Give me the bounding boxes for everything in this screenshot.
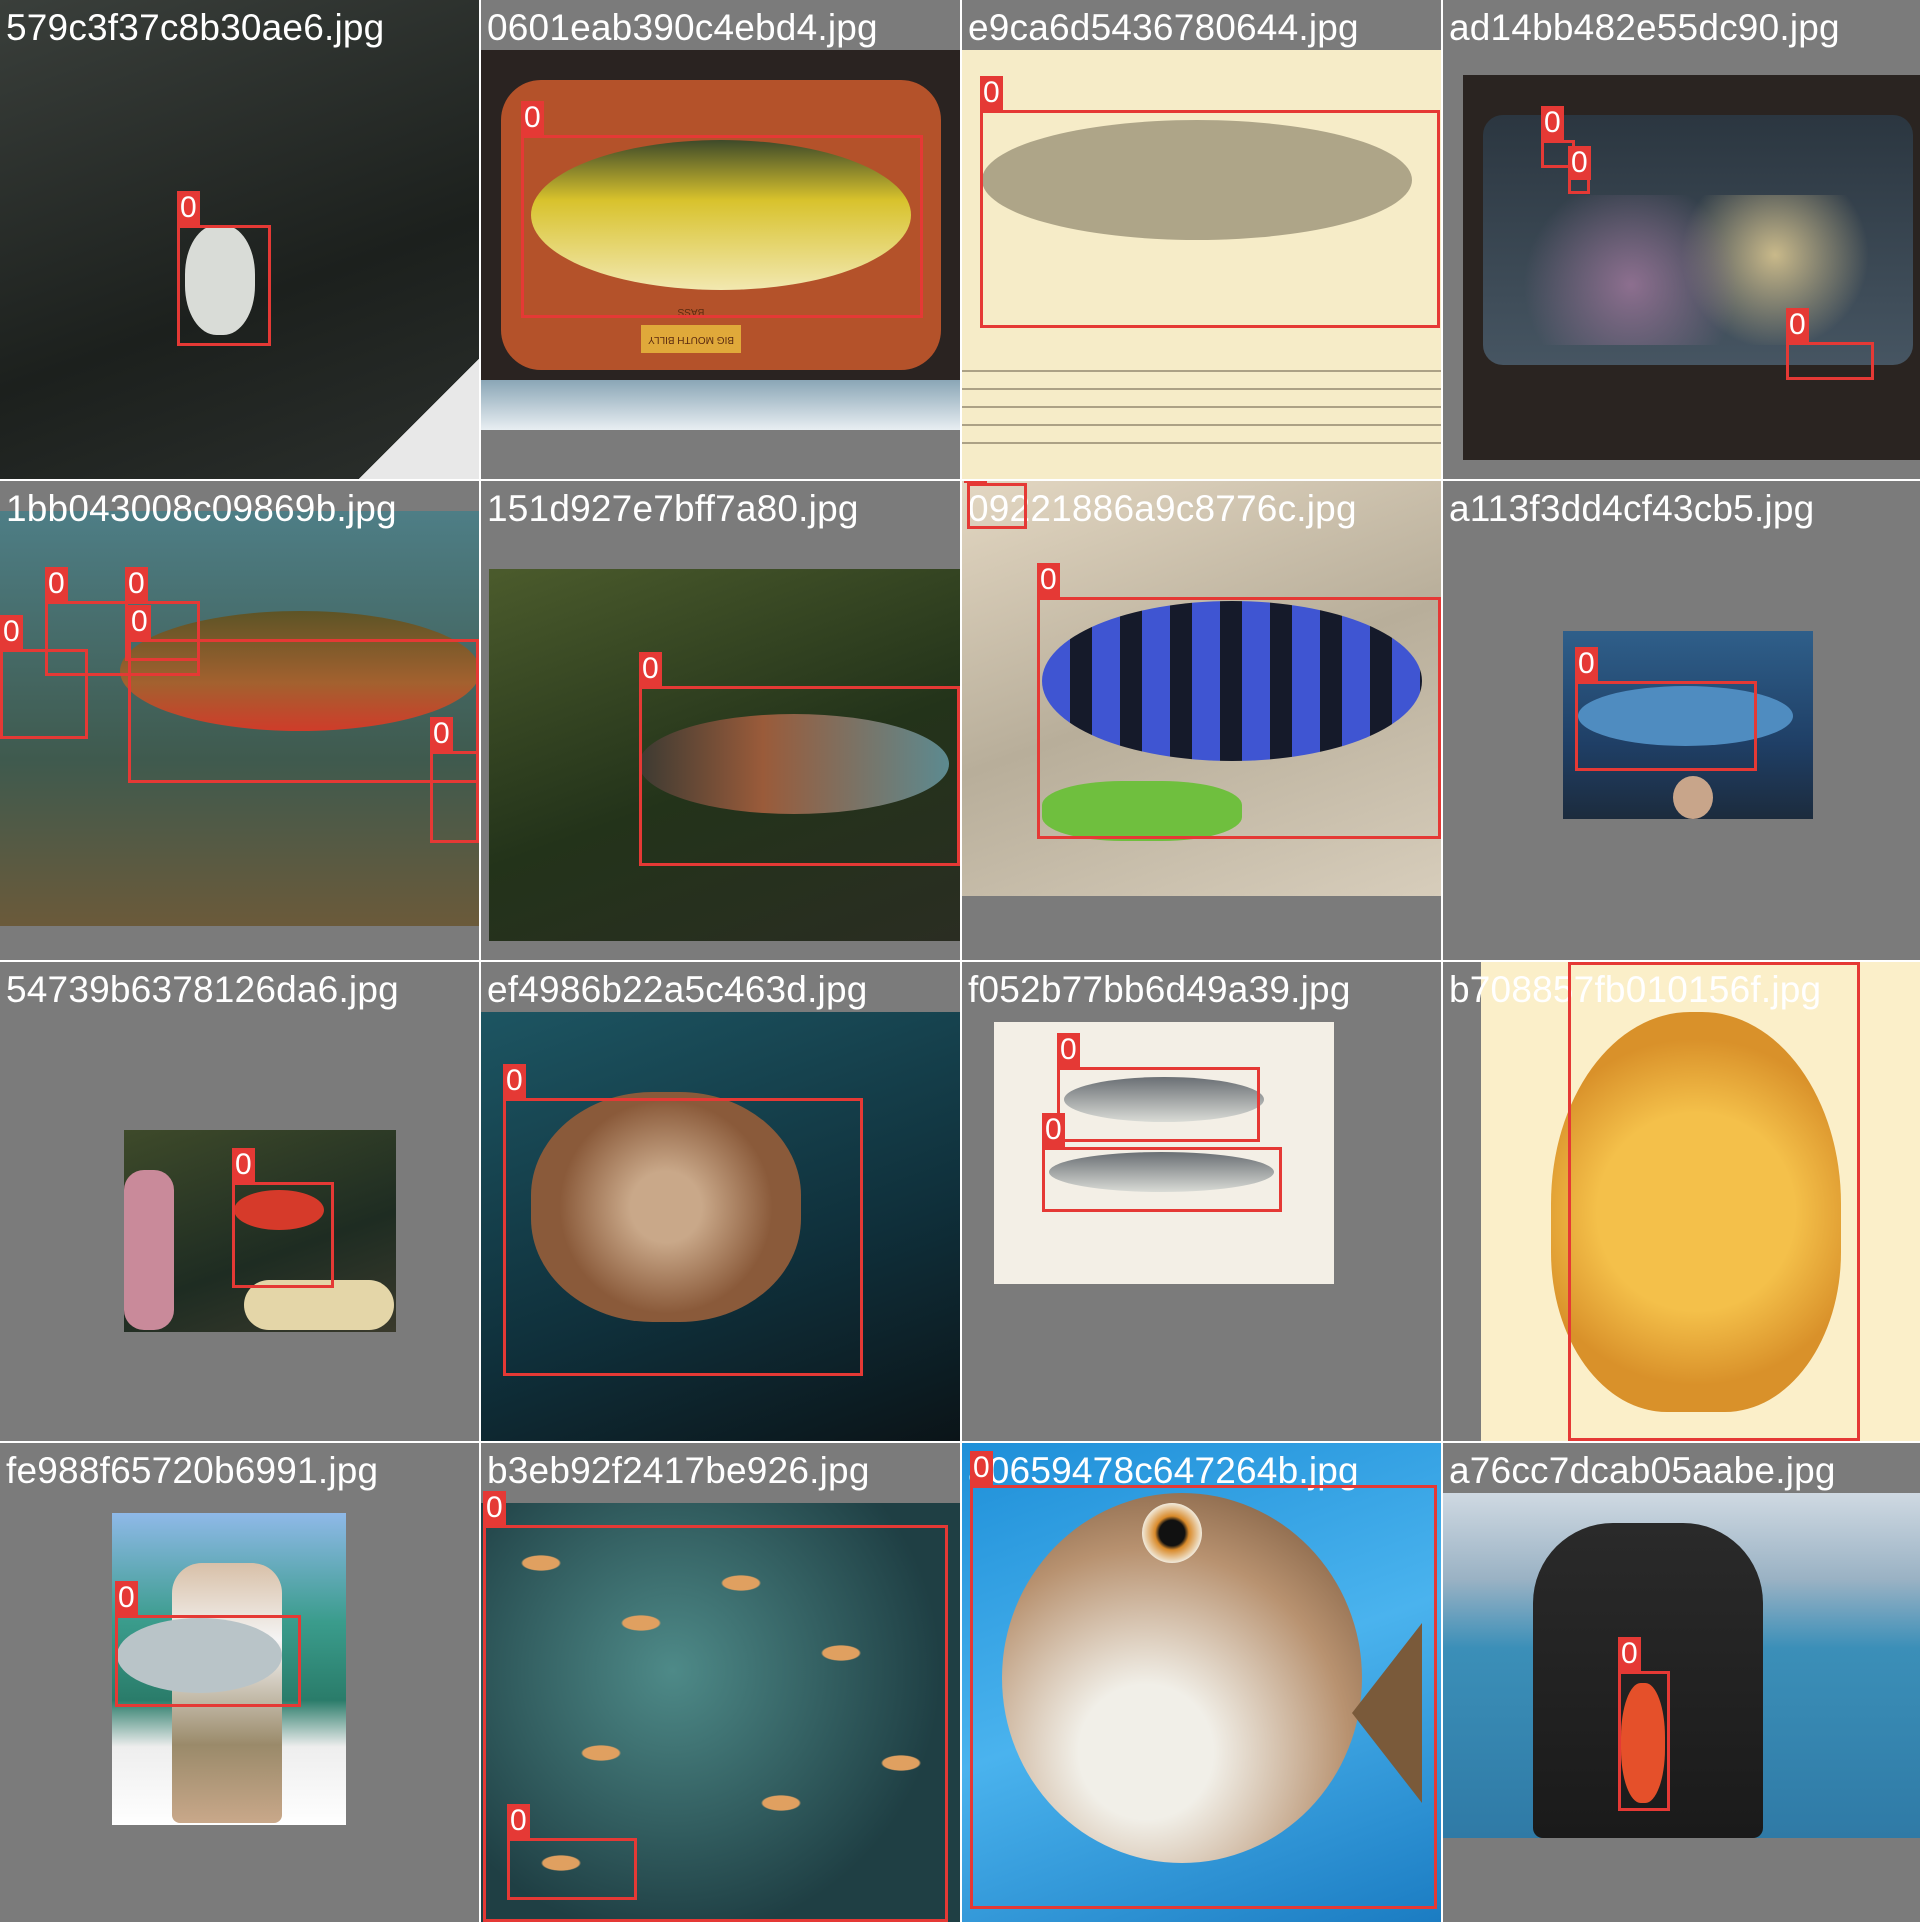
- filename-label: f052b77bb6d49a39.jpg: [968, 969, 1351, 1010]
- filename-label: a113f3dd4cf43cb5.jpg: [1449, 488, 1815, 529]
- detection-box: [0, 649, 88, 739]
- detection-box: [1042, 1147, 1282, 1212]
- detection-class-label: 0: [430, 717, 453, 751]
- detection-box: [521, 135, 923, 318]
- tile-12: b708857fb010156f.jpg 0: [1443, 962, 1920, 1441]
- detection-box: [980, 110, 1440, 328]
- filename-label: ef4986b22a5c463d.jpg: [487, 969, 868, 1010]
- tile-10: ef4986b22a5c463d.jpg 0: [481, 962, 960, 1441]
- text-block: [962, 370, 1441, 460]
- tile-14: b3eb92f2417be926.jpg 0 0: [481, 1443, 960, 1922]
- detection-class-label: 0: [125, 567, 148, 601]
- detection-class-label: 0: [45, 567, 68, 601]
- tile-8: a113f3dd4cf43cb5.jpg 0: [1443, 481, 1920, 960]
- filename-label: 579c3f37c8b30ae6.jpg: [6, 7, 385, 48]
- tile-1: 579c3f37c8b30ae6.jpg 0: [0, 0, 479, 479]
- detection-class-label: 0: [970, 1451, 993, 1485]
- filename-label: 54739b6378126da6.jpg: [6, 969, 399, 1010]
- detection-box: [639, 686, 960, 866]
- detection-box: [1037, 597, 1441, 839]
- photo-aquarium: [1463, 75, 1920, 460]
- detection-class-label: 0: [1618, 1637, 1641, 1671]
- tile-13: fe988f65720b6991.jpg 0: [0, 1443, 479, 1922]
- boat-edge: [359, 359, 479, 479]
- detection-class-label: 0: [964, 481, 987, 483]
- tile-9: 54739b6378126da6.jpg 0: [0, 962, 479, 1441]
- detection-class-label: 0: [1037, 563, 1060, 597]
- detection-class-label: 0: [639, 652, 662, 686]
- detection-box: [970, 1485, 1437, 1909]
- filename-label: 0601eab390c4ebd4.jpg: [487, 7, 878, 48]
- tile-5: 1bb043008c09869b.jpg 0 0 0 0 0: [0, 481, 479, 960]
- detection-box: [1786, 342, 1874, 380]
- person-head: [1673, 776, 1713, 819]
- filename-label: fe988f65720b6991.jpg: [6, 1450, 379, 1491]
- detection-class-label: 0: [1541, 106, 1564, 140]
- filename-label: e9ca6d5436780644.jpg: [968, 7, 1359, 48]
- detection-mosaic: 579c3f37c8b30ae6.jpg 0 BIG MOUTH BILLY B…: [0, 0, 1920, 1922]
- tile-6: 151d927e7bff7a80.jpg 0: [481, 481, 960, 960]
- detection-box: [177, 225, 271, 346]
- tile-2: BIG MOUTH BILLY BASS 0601eab390c4ebd4.jp…: [481, 0, 960, 479]
- detection-box: [967, 483, 1027, 529]
- detection-box: [503, 1098, 863, 1376]
- detection-class-label: 0: [177, 191, 200, 225]
- filename-label: a76cc7dcab05aabe.jpg: [1449, 1450, 1836, 1491]
- detection-box: [507, 1838, 637, 1900]
- plaque-nameplate: BIG MOUTH BILLY BASS: [641, 306, 741, 353]
- tile-4: ad14bb482e55dc90.jpg 0 0 0: [1443, 0, 1920, 479]
- filename-label: b3eb92f2417be926.jpg: [487, 1450, 870, 1491]
- detection-class-label: 0: [0, 615, 23, 649]
- detection-box: [430, 751, 479, 843]
- detection-box: [1575, 681, 1757, 771]
- tile-15: a0659478c647264b.jpg 0: [962, 1443, 1441, 1922]
- detection-class-label: 0: [521, 101, 544, 135]
- detection-class-label: 0: [1057, 1033, 1080, 1067]
- detection-class-label: 0: [128, 605, 151, 639]
- detection-class-label: 0: [483, 1491, 506, 1525]
- tile-7: 09221886a9c8776c.jpg 0 0: [962, 481, 1441, 960]
- coral: [1523, 195, 1883, 345]
- tile-16: a76cc7dcab05aabe.jpg 0: [1443, 1443, 1920, 1922]
- coral-left: [124, 1170, 174, 1330]
- detection-box: [115, 1615, 301, 1707]
- photo-angler-sea: [1443, 1493, 1920, 1838]
- detection-box: [232, 1182, 334, 1288]
- detection-class-label: 0: [1786, 308, 1809, 342]
- detection-class-label: 0: [1568, 146, 1591, 180]
- detection-class-label: 0: [980, 76, 1003, 110]
- detection-class-label: 0: [1042, 1113, 1065, 1147]
- detection-class-label: 0: [115, 1581, 138, 1615]
- detection-box: [1057, 1067, 1260, 1142]
- tile-11: f052b77bb6d49a39.jpg 0 0: [962, 962, 1441, 1441]
- filename-label: 151d927e7bff7a80.jpg: [487, 488, 859, 529]
- detection-box: [1568, 962, 1860, 1441]
- detection-class-label: 0: [507, 1804, 530, 1838]
- water-strip: [481, 380, 960, 430]
- filename-label: ad14bb482e55dc90.jpg: [1449, 7, 1840, 48]
- detection-class-label: 0: [1575, 647, 1598, 681]
- detection-box: [1618, 1671, 1670, 1811]
- detection-class-label: 0: [232, 1148, 255, 1182]
- filename-label: 1bb043008c09869b.jpg: [6, 488, 397, 529]
- tile-3: e9ca6d5436780644.jpg 0: [962, 0, 1441, 479]
- detection-class-label: 0: [503, 1064, 526, 1098]
